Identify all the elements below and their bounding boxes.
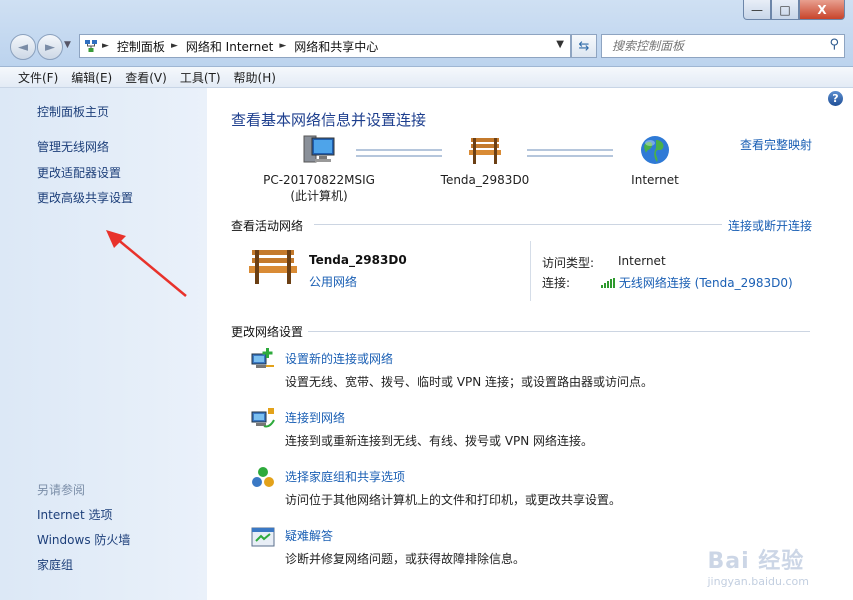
- troubleshoot-desc: 诊断并修复网络问题，或获得故障排除信息。: [285, 552, 526, 566]
- new-connection-icon: [251, 348, 274, 368]
- signal-strength-icon: [601, 278, 615, 288]
- breadcrumb-network-internet[interactable]: 网络和 Internet: [186, 38, 273, 55]
- troubleshoot-link[interactable]: 疑难解答: [285, 527, 333, 544]
- breadcrumb-network-sharing-center[interactable]: 网络和共享中心: [294, 38, 378, 55]
- window-controls: — □ X: [743, 0, 845, 20]
- access-type-label: 访问类型:: [542, 256, 595, 270]
- setup-new-connection-link[interactable]: 设置新的连接或网络: [285, 350, 393, 367]
- address-bar[interactable]: ► 控制面板 ► 网络和 Internet ► 网络和共享中心 ▼: [79, 34, 571, 58]
- network-node-internet: Internet: [615, 134, 695, 188]
- recent-pages-dropdown[interactable]: ▼: [64, 40, 71, 50]
- breadcrumb-separator[interactable]: ►: [171, 41, 178, 51]
- change-settings-heading: 更改网络设置: [231, 325, 304, 339]
- sidebar-item-windows-firewall[interactable]: Windows 防火墙: [37, 531, 130, 548]
- computer-subtitle: (此计算机): [290, 189, 348, 203]
- menu-edit[interactable]: 编辑(E): [71, 69, 112, 86]
- network-node-router: Tenda_2983D0: [430, 134, 540, 188]
- close-button[interactable]: X: [799, 0, 845, 20]
- connection-label: 连接:: [542, 276, 571, 290]
- menu-file[interactable]: 文件(F): [18, 69, 58, 86]
- internet-label: Internet: [631, 173, 679, 187]
- homegroup-sharing-link[interactable]: 选择家庭组和共享选项: [285, 468, 405, 485]
- homegroup-sharing-desc: 访问位于其他网络计算机上的文件和打印机，或更改共享设置。: [285, 493, 622, 507]
- forward-button[interactable]: ►: [37, 34, 63, 60]
- see-also-heading: 另请参阅: [37, 483, 86, 497]
- annotation-arrow: [106, 230, 187, 297]
- search-icon[interactable]: ⚲: [829, 37, 839, 52]
- view-full-map-link[interactable]: 查看完整映射: [740, 136, 812, 153]
- address-dropdown-icon[interactable]: ▼: [556, 39, 564, 50]
- watermark-url: jingyan.baidu.com: [707, 575, 809, 588]
- computer-icon: [303, 135, 335, 163]
- connect-to-network-icon: [251, 408, 275, 428]
- menu-view[interactable]: 查看(V): [125, 69, 167, 86]
- network-type-link[interactable]: 公用网络: [309, 273, 357, 290]
- breadcrumb-control-panel[interactable]: 控制面板: [117, 38, 165, 55]
- globe-icon: [641, 136, 669, 164]
- router-name: Tenda_2983D0: [440, 173, 530, 187]
- refresh-button[interactable]: ⇆: [571, 34, 597, 58]
- main-panel: ? 查看基本网络信息并设置连接 查看完整映射 PC-20170822MSIG (…: [208, 88, 853, 600]
- section-divider: [308, 331, 810, 332]
- maximize-button[interactable]: □: [771, 0, 799, 20]
- menu-help[interactable]: 帮助(H): [234, 69, 276, 86]
- vertical-divider: [530, 241, 531, 301]
- active-network-name: Tenda_2983D0: [309, 253, 407, 267]
- bench-icon: [249, 250, 297, 284]
- connection-line: [527, 149, 613, 157]
- help-icon[interactable]: ?: [828, 91, 843, 106]
- sidebar-item-homegroup[interactable]: 家庭组: [37, 556, 73, 573]
- back-button[interactable]: ◄: [10, 34, 36, 60]
- active-network-heading: 查看活动网络: [231, 219, 304, 233]
- menu-tools[interactable]: 工具(T): [180, 69, 221, 86]
- forward-arrow-icon: ►: [45, 39, 55, 55]
- homegroup-icon: [252, 467, 274, 487]
- watermark: Bai 经验 jingyan.baidu.com: [707, 543, 809, 588]
- connect-to-network-desc: 连接到或重新连接到无线、有线、拨号或 VPN 网络连接。: [285, 434, 594, 448]
- wireless-connection-link[interactable]: 无线网络连接 (Tenda_2983D0): [601, 274, 793, 291]
- network-node-computer: PC-20170822MSIG (此计算机): [260, 134, 378, 204]
- minimize-button[interactable]: —: [743, 0, 771, 20]
- access-type-value: Internet: [618, 254, 666, 268]
- sidebar-item-internet-options[interactable]: Internet 选项: [37, 506, 112, 523]
- computer-name: PC-20170822MSIG: [263, 173, 375, 187]
- setup-new-connection-desc: 设置无线、宽带、拨号、临时或 VPN 连接；或设置路由器或访问点。: [285, 375, 654, 389]
- network-center-icon: [84, 39, 98, 53]
- section-divider: [314, 224, 722, 225]
- page-title: 查看基本网络信息并设置连接: [231, 111, 427, 129]
- breadcrumb-separator: ►: [102, 41, 109, 51]
- connect-to-network-link[interactable]: 连接到网络: [285, 409, 345, 426]
- search-box[interactable]: ⚲: [601, 34, 845, 58]
- bench-icon: [469, 138, 501, 164]
- window-chrome: — □ X ◄ ► ▼ ► 控制面板 ► 网络和 Internet ► 网络和共…: [0, 0, 853, 67]
- back-arrow-icon: ◄: [18, 39, 28, 55]
- sidebar-item-adapter-settings[interactable]: 更改适配器设置: [37, 164, 121, 181]
- refresh-icon: ⇆: [578, 38, 590, 54]
- sidebar-item-manage-wireless[interactable]: 管理无线网络: [37, 138, 109, 155]
- search-input[interactable]: [610, 38, 819, 54]
- connection-value[interactable]: 无线网络连接 (Tenda_2983D0): [619, 276, 793, 290]
- sidebar: 控制面板主页 管理无线网络 更改适配器设置 更改高级共享设置 另请参阅 Inte…: [0, 88, 207, 600]
- watermark-text: Bai 经验: [707, 549, 805, 574]
- connect-disconnect-link[interactable]: 连接或断开连接: [728, 217, 812, 234]
- menu-bar: 文件(F) 编辑(E) 查看(V) 工具(T) 帮助(H): [0, 67, 853, 88]
- sidebar-item-advanced-sharing[interactable]: 更改高级共享设置: [37, 189, 133, 206]
- sidebar-item-control-panel-home[interactable]: 控制面板主页: [37, 103, 109, 120]
- troubleshoot-icon: [251, 527, 275, 547]
- breadcrumb-separator[interactable]: ►: [279, 41, 286, 51]
